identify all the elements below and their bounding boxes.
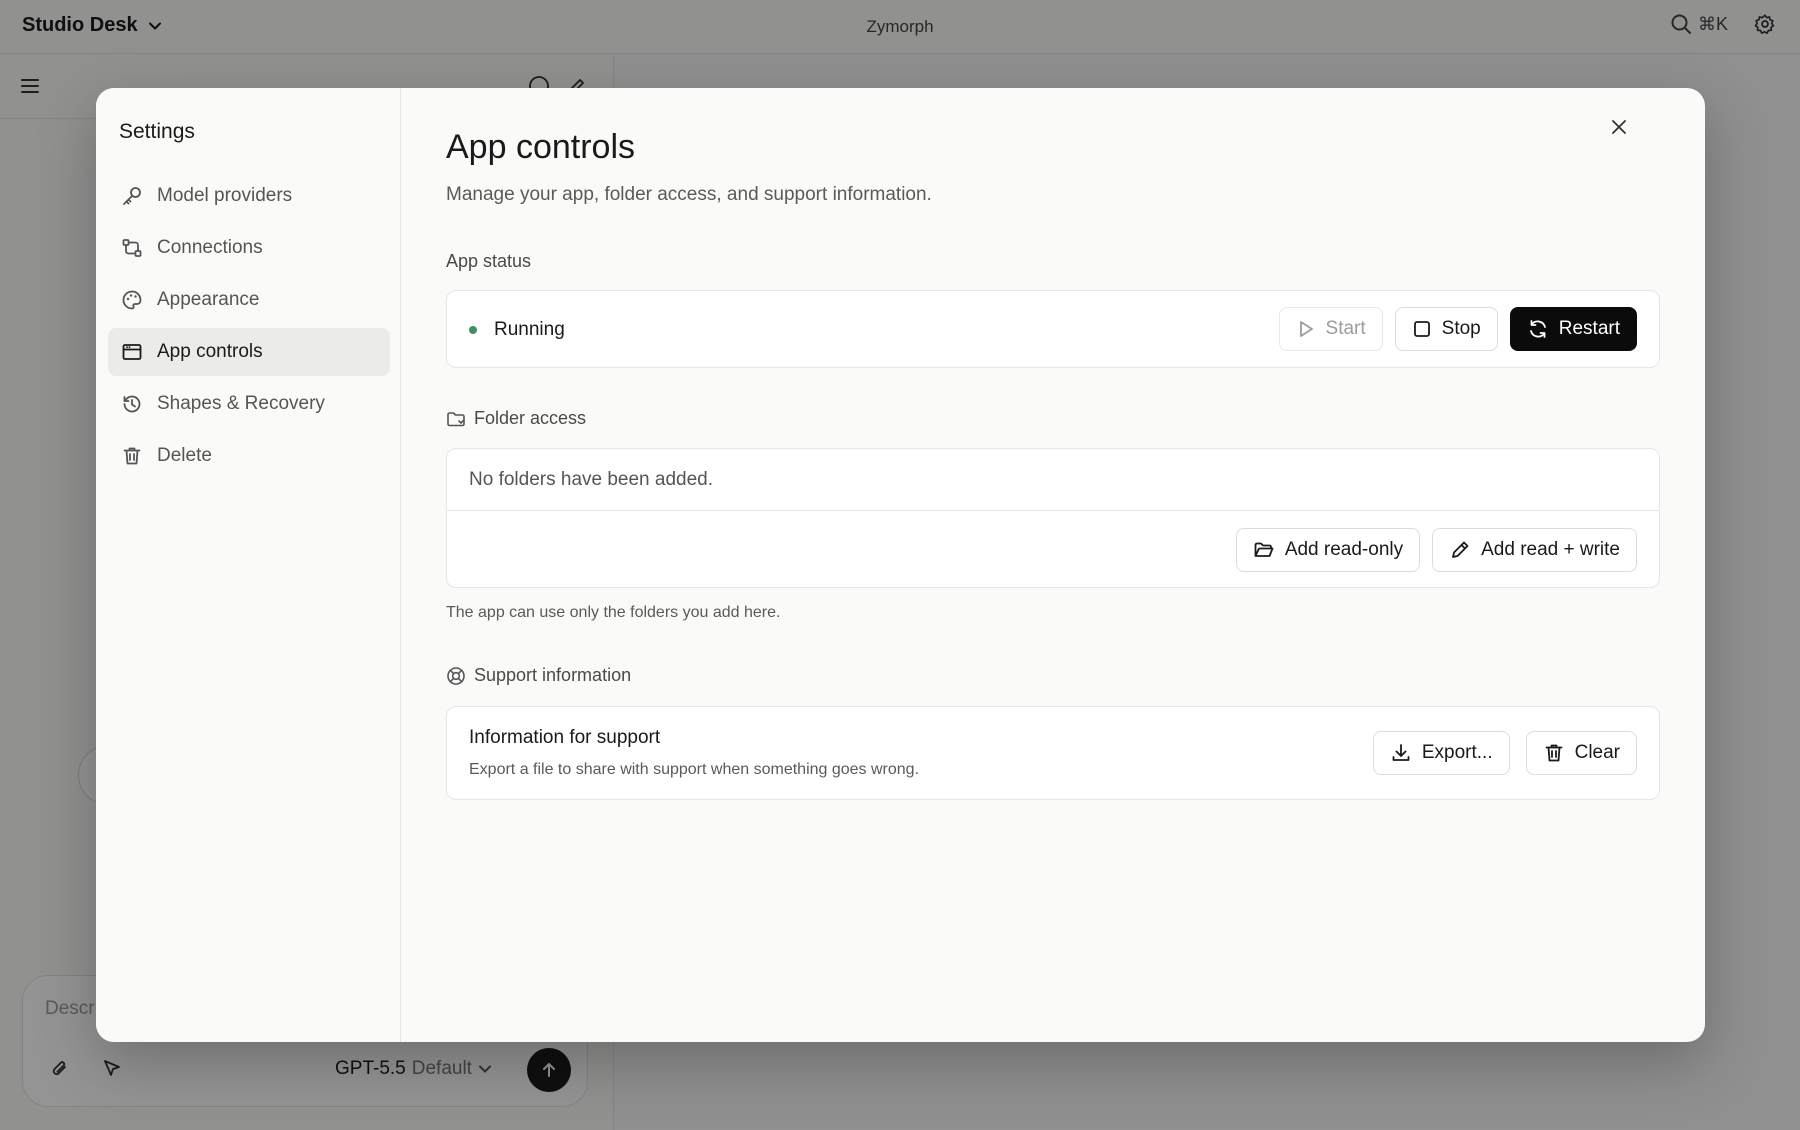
nav-item-label: Appearance bbox=[157, 289, 260, 310]
add-read-only-label: Add read-only bbox=[1284, 539, 1404, 560]
play-icon bbox=[1299, 321, 1313, 337]
start-label: Start bbox=[1325, 318, 1366, 339]
folder-access-label: Folder access bbox=[474, 408, 587, 428]
page-title: App controls bbox=[446, 128, 635, 166]
refresh-icon bbox=[1529, 320, 1546, 338]
lifebuoy-icon bbox=[447, 666, 465, 685]
restart-button[interactable]: Restart bbox=[1509, 307, 1637, 351]
nav-item-appearance[interactable]: Appearance bbox=[108, 276, 390, 324]
nav-item-label: Model providers bbox=[157, 185, 293, 206]
app-status-heading: App status bbox=[446, 251, 531, 272]
history-icon bbox=[123, 395, 141, 413]
nav-item-label: Shapes & Recovery bbox=[157, 393, 325, 414]
support-card: Information for support Export a file to… bbox=[446, 706, 1660, 800]
add-read-only-button[interactable]: Add read-only bbox=[1235, 528, 1421, 572]
restart-label: Restart bbox=[1558, 318, 1620, 339]
clear-button[interactable]: Clear bbox=[1525, 731, 1637, 775]
nav-item-shapes-recovery[interactable]: Shapes & Recovery bbox=[108, 380, 390, 428]
nav-item-label: Connections bbox=[157, 237, 263, 258]
status-text: Running bbox=[494, 319, 565, 340]
folder-access-heading: Folder access bbox=[446, 408, 586, 429]
palette-icon bbox=[122, 290, 142, 310]
folder-open-icon bbox=[1254, 542, 1274, 557]
pencil-icon bbox=[1452, 541, 1469, 558]
nav-item-label: App controls bbox=[157, 341, 263, 362]
stop-button[interactable]: Stop bbox=[1394, 307, 1498, 351]
add-read-write-label: Add read + write bbox=[1481, 539, 1620, 560]
download-icon bbox=[1392, 744, 1410, 761]
add-read-write-button[interactable]: Add read + write bbox=[1432, 528, 1637, 572]
nav-item-label: Delete bbox=[157, 445, 212, 466]
nav-item-connections[interactable]: Connections bbox=[108, 224, 390, 272]
key-icon bbox=[123, 187, 141, 205]
support-label: Support information bbox=[474, 665, 632, 685]
trash-icon bbox=[1545, 744, 1562, 762]
stop-label: Stop bbox=[1441, 318, 1481, 339]
folder-empty-state: No folders have been added. bbox=[447, 449, 1659, 511]
connections-icon bbox=[122, 239, 142, 257]
app-status-card: Running Start Stop Restart bbox=[446, 290, 1660, 368]
clear-label: Clear bbox=[1574, 742, 1620, 763]
settings-title: Settings bbox=[119, 120, 195, 143]
close-icon bbox=[1612, 120, 1626, 134]
status-indicator bbox=[469, 326, 477, 334]
nav-item-delete[interactable]: Delete bbox=[108, 432, 390, 480]
app-status-label: App status bbox=[446, 251, 532, 271]
nav-item-model-providers[interactable]: Model providers bbox=[108, 172, 390, 220]
folder-access-note: The app can use only the folders you add… bbox=[446, 604, 781, 621]
support-heading: Support information bbox=[446, 665, 631, 686]
page-subtitle: Manage your app, folder access, and supp… bbox=[446, 184, 932, 205]
export-label: Export... bbox=[1421, 742, 1493, 763]
support-description: Export a file to share with support when… bbox=[469, 761, 920, 778]
settings-dialog: Settings Model providers Connections App… bbox=[96, 88, 1705, 1042]
nav-item-app-controls[interactable]: App controls bbox=[108, 328, 390, 376]
export-button[interactable]: Export... bbox=[1372, 731, 1510, 775]
folder-access-card: No folders have been added. Add read-onl… bbox=[446, 448, 1660, 588]
close-button[interactable] bbox=[1606, 114, 1632, 140]
trash-icon bbox=[123, 447, 141, 465]
stop-icon bbox=[1413, 321, 1430, 337]
start-button[interactable]: Start bbox=[1278, 307, 1383, 351]
settings-nav: Settings Model providers Connections App… bbox=[96, 88, 401, 1042]
window-icon bbox=[122, 344, 142, 360]
folder-icon bbox=[447, 411, 465, 426]
settings-content: App controls Manage your app, folder acc… bbox=[446, 88, 1660, 1042]
support-title: Information for support bbox=[469, 727, 661, 748]
